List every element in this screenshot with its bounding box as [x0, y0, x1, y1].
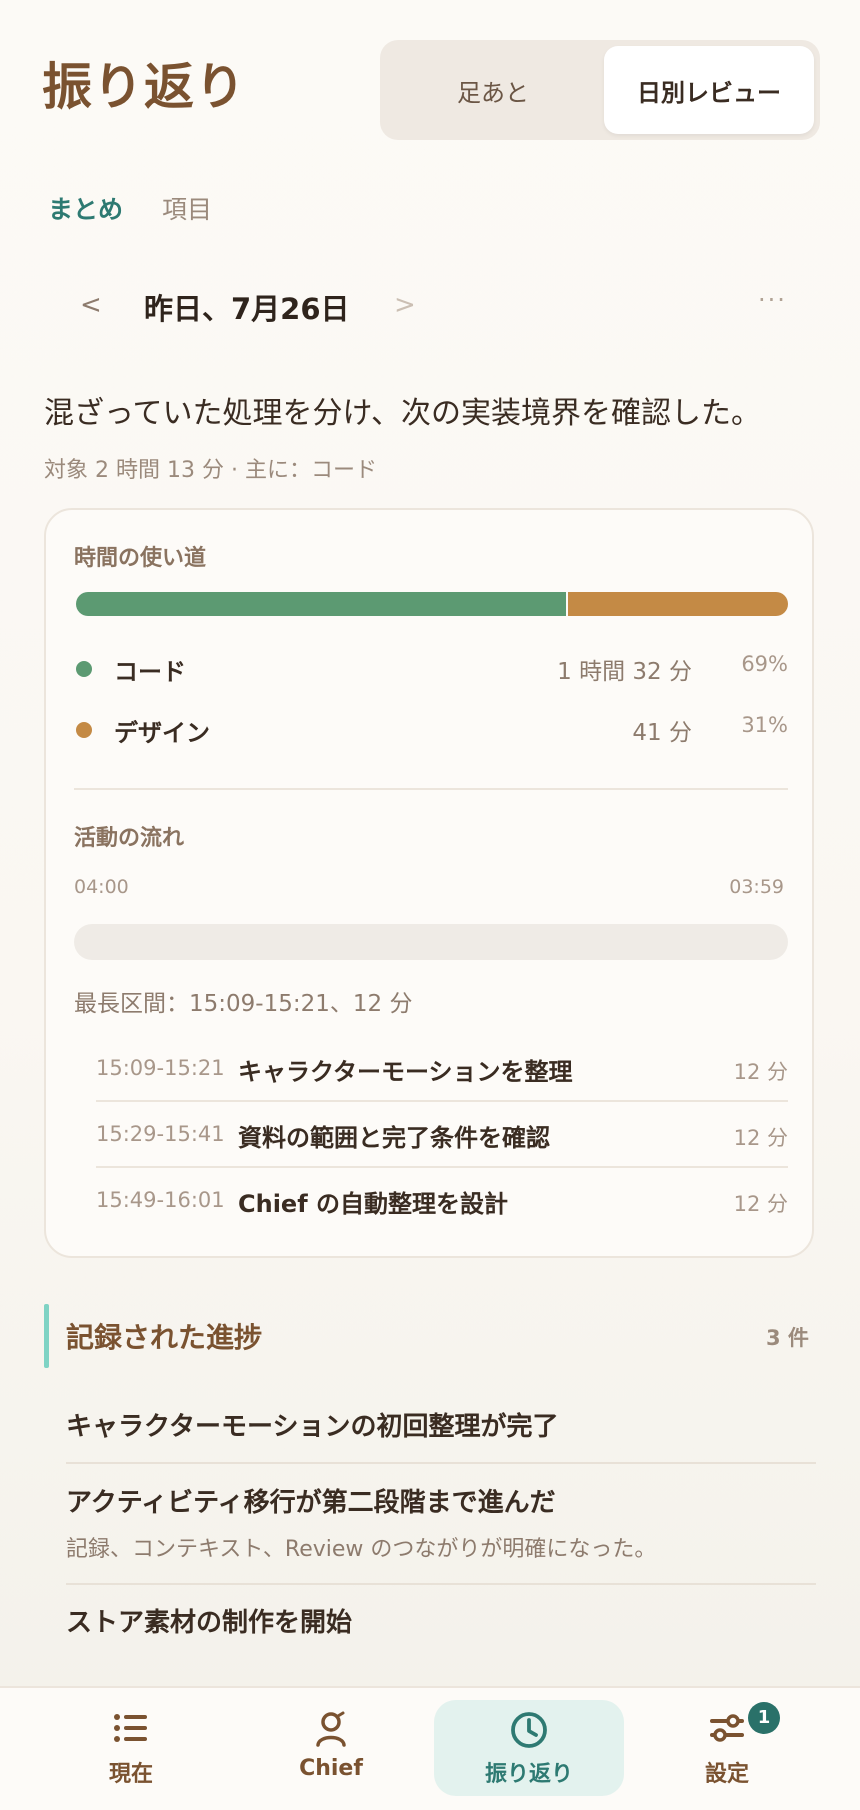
progress-heading: 記録された進捗 [66, 1321, 263, 1354]
progress-item[interactable]: キャラクターモーションの初回整理が完了 [66, 1406, 816, 1443]
nav-label: 設定 [704, 1762, 749, 1787]
category-percent: 31% [741, 713, 788, 737]
session-row[interactable]: 15:29-15:41 資料の範囲と完了条件を確認 12 分 [96, 1106, 788, 1168]
category-time: 41 分 [632, 720, 692, 746]
time-usage-bar-design [565, 592, 788, 616]
segment-daily-review[interactable]: 日別レビュー [604, 46, 814, 134]
date-label: 昨日、7月26日 [144, 292, 350, 326]
activity-timeline-track [74, 924, 788, 960]
more-options-button[interactable]: ··· [758, 286, 787, 314]
progress-divider [66, 1583, 816, 1585]
session-duration: 12 分 [733, 1060, 788, 1084]
notification-badge: 1 [748, 1702, 780, 1734]
tab-items[interactable]: 項目 [162, 192, 212, 228]
progress-accent-bar [44, 1304, 49, 1368]
time-usage-bar-code [76, 592, 566, 616]
session-title: Chief の自動整理を設計 [238, 1190, 508, 1218]
list-icon [36, 1710, 226, 1750]
bottom-navigation: 現在 Chief 振り返り 1 設定 [0, 1686, 860, 1810]
session-time: 15:29-15:41 [96, 1122, 225, 1146]
session-row[interactable]: 15:09-15:21 キャラクターモーションを整理 12 分 [96, 1040, 788, 1102]
category-label: デザイン [114, 719, 210, 747]
category-dot [76, 661, 92, 677]
time-usage-heading: 時間の使い道 [74, 546, 207, 571]
progress-item[interactable]: アクティビティ移行が第二段階まで進んだ 記録、コンテキスト、Review のつな… [66, 1482, 816, 1563]
next-day-button[interactable]: > [394, 290, 416, 320]
person-icon [236, 1710, 426, 1750]
review-card: 時間の使い道 コード 1 時間 32 分 69% デザイン 41 分 31% 活… [44, 508, 814, 1258]
category-time: 1 時間 32 分 [557, 659, 692, 685]
progress-item-description: 記録、コンテキスト、Review のつながりが明確になった。 [66, 1537, 657, 1562]
tab-summary[interactable]: まとめ [48, 192, 123, 228]
page-title: 振り返り [42, 58, 246, 116]
session-divider [96, 1166, 788, 1168]
activity-flow-heading: 活動の流れ [74, 826, 185, 851]
session-title: キャラクターモーションを整理 [238, 1058, 573, 1086]
session-divider [96, 1100, 788, 1102]
time-usage-row-design: デザイン 41 分 31% [74, 713, 788, 747]
card-divider [74, 788, 788, 790]
category-label: コード [114, 658, 186, 686]
session-time: 15:49-16:01 [96, 1188, 225, 1212]
nav-label: 現在 [108, 1762, 153, 1787]
nav-label: 振り返り [484, 1762, 573, 1787]
sliders-icon [632, 1710, 822, 1750]
nav-current[interactable]: 現在 [36, 1700, 226, 1796]
longest-session-label: 最長区間：15:09-15:21、12 分 [74, 991, 413, 1017]
time-usage-row-code: コード 1 時間 32 分 69% [74, 652, 788, 686]
summary-meta: 対象 2 時間 13 分 · 主に：コード [44, 458, 377, 483]
segment-footprints[interactable]: 足あと [388, 46, 598, 134]
progress-item-title: ストア素材の制作を開始 [66, 1608, 353, 1638]
progress-count: 3 件 [766, 1326, 809, 1350]
nav-label: Chief [299, 1756, 363, 1781]
timeline-start-label: 04:00 [74, 876, 129, 898]
session-duration: 12 分 [733, 1192, 788, 1216]
progress-item-title: キャラクターモーションの初回整理が完了 [66, 1412, 559, 1442]
nav-review[interactable]: 振り返り [434, 1700, 624, 1796]
session-title: 資料の範囲と完了条件を確認 [238, 1124, 550, 1152]
view-segmented-control: 足あと 日別レビュー [380, 40, 820, 140]
session-time: 15:09-15:21 [96, 1056, 225, 1080]
previous-day-button[interactable]: < [80, 290, 102, 320]
timeline-end-label: 03:59 [729, 876, 784, 898]
category-percent: 69% [741, 652, 788, 676]
session-row[interactable]: 15:49-16:01 Chief の自動整理を設計 12 分 [96, 1172, 788, 1234]
session-duration: 12 分 [733, 1126, 788, 1150]
progress-item[interactable]: ストア素材の制作を開始 [66, 1602, 816, 1639]
time-usage-bar [76, 592, 788, 616]
progress-divider [66, 1462, 816, 1464]
nav-settings[interactable]: 1 設定 [632, 1700, 822, 1796]
progress-item-title: アクティビティ移行が第二段階まで進んだ [66, 1488, 556, 1518]
nav-chief[interactable]: Chief [236, 1700, 426, 1796]
clock-icon [434, 1710, 624, 1750]
category-dot [76, 722, 92, 738]
summary-headline: 混ざっていた処理を分け、次の実装境界を確認した。 [44, 396, 761, 431]
